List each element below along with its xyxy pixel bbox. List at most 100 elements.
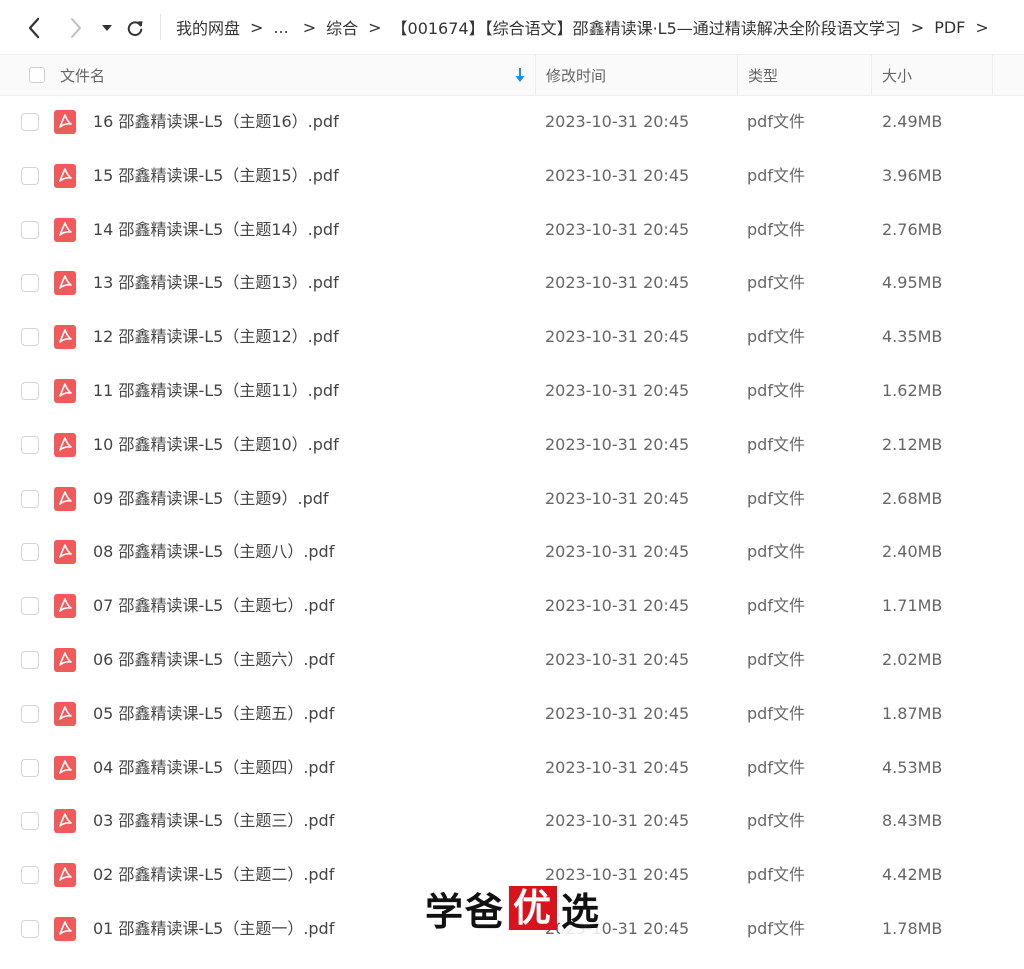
file-modified-time: 2023-10-31 20:45 [545,596,690,616]
file-name[interactable]: 06 邵鑫精读课-L5（主题六）.pdf [93,633,334,687]
row-checkbox[interactable] [21,597,39,616]
breadcrumb-item-course-folder[interactable]: 【001674】【综合语文】邵鑫精读课·L5—通过精读解决全阶段语文学习 [392,15,901,39]
refresh-button[interactable] [122,8,148,48]
row-checkbox[interactable] [21,704,39,723]
file-modified-time: 2023-10-31 20:45 [545,918,690,938]
row-checkbox[interactable] [21,650,39,669]
pdf-file-icon [54,809,76,834]
file-row[interactable]: 04 邵鑫精读课-L5（主题四）.pdf 2023-10-31 20:45 pd… [0,741,1024,795]
file-size: 4.95MB [882,273,943,293]
select-all-checkbox[interactable] [29,67,45,83]
chevron-left-icon [28,17,40,39]
file-type: pdf文件 [747,918,805,938]
caret-down-icon [102,25,112,31]
file-type: pdf文件 [747,434,805,454]
pdf-file-icon [54,486,76,511]
column-header-size[interactable]: 大小 [871,55,993,95]
row-checkbox[interactable] [21,919,39,938]
file-row[interactable]: 09 邵鑫精读课-L5（主题9）.pdf 2023-10-31 20:45 pd… [0,472,1024,526]
file-type: pdf文件 [747,757,805,777]
file-size: 2.49MB [882,112,943,131]
file-name[interactable]: 05 邵鑫精读课-L5（主题五）.pdf [93,687,334,741]
file-row[interactable]: 13 邵鑫精读课-L5（主题13）.pdf 2023-10-31 20:45 p… [0,256,1024,310]
file-row[interactable]: 03 邵鑫精读课-L5（主题三）.pdf 2023-10-31 20:45 pd… [0,794,1024,848]
file-modified-time: 2023-10-31 20:45 [545,488,690,508]
column-header-name[interactable]: 文件名 [60,55,534,95]
row-checkbox[interactable] [21,166,39,185]
file-type: pdf文件 [747,649,805,669]
file-row[interactable]: 14 邵鑫精读课-L5（主题14）.pdf 2023-10-31 20:45 p… [0,203,1024,257]
row-checkbox[interactable] [21,489,39,508]
file-name[interactable]: 10 邵鑫精读课-L5（主题10）.pdf [93,418,339,472]
file-row[interactable]: 02 邵鑫精读课-L5（主题二）.pdf 2023-10-31 20:45 pd… [0,848,1024,902]
breadcrumb-item-zonghe[interactable]: 综合 [326,15,358,39]
file-modified-time: 2023-10-31 20:45 [545,757,690,777]
file-type: pdf文件 [747,165,805,185]
row-checkbox[interactable] [21,812,39,831]
row-checkbox[interactable] [21,758,39,777]
row-checkbox[interactable] [21,113,39,131]
file-name[interactable]: 02 邵鑫精读课-L5（主题二）.pdf [93,848,334,902]
file-row[interactable]: 15 邵鑫精读课-L5（主题15）.pdf 2023-10-31 20:45 p… [0,149,1024,203]
file-type: pdf文件 [747,327,805,347]
column-header-type[interactable]: 类型 [737,55,871,95]
row-checkbox[interactable] [21,328,39,347]
chevron-right-icon [71,18,81,38]
file-row[interactable]: 12 邵鑫精读课-L5（主题12）.pdf 2023-10-31 20:45 p… [0,310,1024,364]
file-row[interactable]: 08 邵鑫精读课-L5（主题八）.pdf 2023-10-31 20:45 pd… [0,525,1024,579]
file-size: 1.62MB [882,380,943,400]
file-size: 1.87MB [882,703,943,723]
file-size: 3.96MB [882,165,943,185]
file-modified-time: 2023-10-31 20:45 [545,380,690,400]
row-checkbox[interactable] [21,274,39,293]
row-checkbox[interactable] [21,435,39,454]
file-size: 2.40MB [882,542,943,562]
file-size: 2.12MB [882,434,943,454]
forward-button[interactable] [62,8,90,48]
file-name[interactable]: 09 邵鑫精读课-L5（主题9）.pdf [93,472,329,526]
file-name[interactable]: 03 邵鑫精读课-L5（主题三）.pdf [93,794,334,848]
file-name[interactable]: 07 邵鑫精读课-L5（主题七）.pdf [93,579,334,633]
file-name[interactable]: 12 邵鑫精读课-L5（主题12）.pdf [93,310,339,364]
breadcrumb-separator: > [302,17,317,37]
row-checkbox[interactable] [21,866,39,885]
breadcrumb-item-pdf[interactable]: PDF [934,18,965,37]
breadcrumb-item-ellipsis[interactable]: ... [273,18,288,37]
file-name[interactable]: 11 邵鑫精读课-L5（主题11）.pdf [93,364,339,418]
file-row[interactable]: 10 邵鑫精读课-L5（主题10）.pdf 2023-10-31 20:45 p… [0,418,1024,472]
file-row[interactable]: 07 邵鑫精读课-L5（主题七）.pdf 2023-10-31 20:45 pd… [0,579,1024,633]
file-modified-time: 2023-10-31 20:45 [545,112,690,131]
toolbar-divider [160,14,161,40]
file-row[interactable]: 11 邵鑫精读课-L5（主题11）.pdf 2023-10-31 20:45 p… [0,364,1024,418]
file-row[interactable]: 05 邵鑫精读课-L5（主题五）.pdf 2023-10-31 20:45 pd… [0,687,1024,741]
back-button[interactable] [20,8,48,48]
file-row[interactable]: 06 邵鑫精读课-L5（主题六）.pdf 2023-10-31 20:45 pd… [0,633,1024,687]
breadcrumb-item-my-drive[interactable]: 我的网盘 [176,15,240,39]
file-modified-time: 2023-10-31 20:45 [545,811,690,831]
file-name[interactable]: 16 邵鑫精读课-L5（主题16）.pdf [93,95,339,149]
history-dropdown-button[interactable] [98,8,116,48]
file-type: pdf文件 [747,380,805,400]
column-header-time-label: 修改时间 [546,66,607,85]
navigation-bar: 我的网盘 > ... > 综合 > 【001674】【综合语文】邵鑫精读课·L5… [0,0,1024,54]
file-name[interactable]: 01 邵鑫精读课-L5（主题一）.pdf [93,902,334,956]
sort-down-arrow-icon[interactable] [514,66,526,84]
row-checkbox[interactable] [21,220,39,239]
file-name[interactable]: 04 邵鑫精读课-L5（主题四）.pdf [93,741,334,795]
file-size: 2.68MB [882,488,943,508]
file-name[interactable]: 13 邵鑫精读课-L5（主题13）.pdf [93,256,339,310]
row-checkbox[interactable] [21,543,39,562]
file-row[interactable]: 01 邵鑫精读课-L5（主题一）.pdf 2023-10-31 20:45 pd… [0,902,1024,956]
column-header-modified-time[interactable]: 修改时间 [535,55,736,95]
file-size: 1.78MB [882,918,943,938]
file-browser-window: 我的网盘 > ... > 综合 > 【001674】【综合语文】邵鑫精读课·L5… [0,0,1024,969]
pdf-file-icon [54,217,76,242]
file-size: 4.53MB [882,757,943,777]
file-name[interactable]: 14 邵鑫精读课-L5（主题14）.pdf [93,203,339,257]
file-name[interactable]: 15 邵鑫精读课-L5（主题15）.pdf [93,149,339,203]
row-checkbox[interactable] [21,381,39,400]
pdf-file-icon [54,755,76,780]
file-row[interactable]: 16 邵鑫精读课-L5（主题16）.pdf 2023-10-31 20:45 p… [0,95,1024,149]
file-type: pdf文件 [747,811,805,831]
file-name[interactable]: 08 邵鑫精读课-L5（主题八）.pdf [93,525,334,579]
